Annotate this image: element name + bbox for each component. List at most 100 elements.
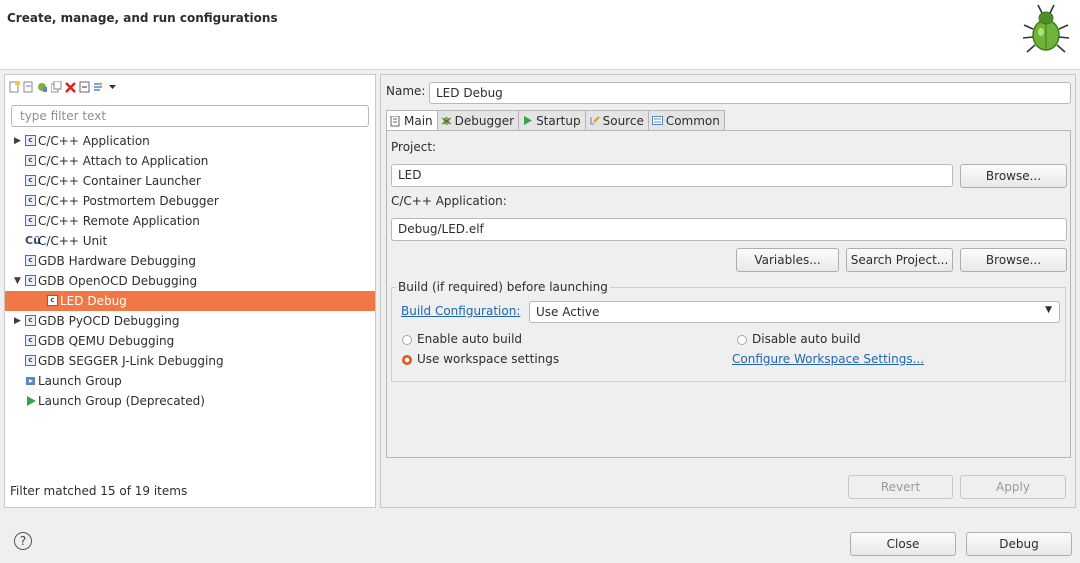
new-prototype-icon[interactable] [23,81,34,93]
search-project-button[interactable]: Search Project... [846,248,953,272]
tab-label: Common [665,113,720,128]
dialog-title: Create, manage, and run configurations [7,11,278,25]
c-icon: c [25,335,36,346]
tab-label: Debugger [454,113,515,128]
application-label: C/C++ Application: [391,194,507,208]
c-icon: c [25,215,36,226]
tree-item[interactable]: ▶ c GDB PyOCD Debugging [5,311,375,331]
tree-item-label: C/C++ Application [38,134,150,148]
c-icon: c [25,255,36,266]
tree-item-label: GDB SEGGER J-Link Debugging [38,354,224,368]
tree-item[interactable]: c C/C++ Remote Application [5,211,375,231]
debug-button[interactable]: Debug [966,532,1072,556]
tab-label: Source [602,113,644,128]
bug-icon [1022,4,1070,53]
use-workspace-settings-label: Use workspace settings [417,352,560,366]
c-icon: c [25,155,36,166]
launch-group-icon [25,371,37,393]
disable-auto-build-label: Disable auto build [752,332,861,346]
tree-item-label: Launch Group (Deprecated) [38,394,205,408]
c-icon: c [25,315,36,326]
configuration-editor: Name: LED Debug Main Debugger Startup So… [380,74,1076,508]
tree-item-label: C/C++ Postmortem Debugger [38,194,219,208]
configuration-tree: ▶ c C/C++ Application c C/C++ Attach to Appl… [5,131,375,411]
tab-startup[interactable]: Startup [518,110,586,130]
name-label: Name: [386,84,426,98]
tab-main[interactable]: Main [386,110,438,131]
apply-button[interactable]: Apply [960,475,1066,499]
help-icon[interactable]: ? [14,532,32,550]
tree-item[interactable]: c C/C++ Container Launcher [5,171,375,191]
build-configuration-link[interactable]: Build Configuration: [401,304,520,318]
tree-item[interactable]: c C/C++ Attach to Application [5,151,375,171]
revert-button[interactable]: Revert [848,475,953,499]
tree-item-label: GDB OpenOCD Debugging [38,274,198,288]
main-tab-content: Project: LED Browse... C/C++ Application… [386,130,1071,458]
tree-item-label: GDB PyOCD Debugging [38,314,180,328]
tree-item[interactable]: ▶ c C/C++ Application [5,131,375,151]
tab-source[interactable]: Source [584,110,649,130]
tree-item[interactable]: Cü C/C++ Unit [5,231,375,251]
tab-label: Startup [536,113,581,128]
duplicate-icon[interactable] [50,80,62,93]
c-icon: c [47,295,58,306]
debugger-icon [441,115,452,126]
tree-item[interactable]: c LED Debug [5,291,375,311]
collapsed-arrow-icon[interactable]: ▶ [14,131,24,151]
project-field[interactable]: LED [391,164,953,187]
variables-button[interactable]: Variables... [736,248,839,272]
filter-status: Filter matched 15 of 19 items [10,484,188,498]
enable-auto-build-radio[interactable] [402,335,412,345]
build-group-title: Build (if required) before launching [396,280,610,294]
tab-label: Main [404,114,433,128]
browse-project-button[interactable]: Browse... [960,164,1067,188]
chevron-down-icon[interactable] [107,81,118,93]
c-icon: c [25,355,36,366]
tab-common[interactable]: Common [647,110,725,130]
disable-auto-build-radio[interactable] [737,335,747,345]
expanded-arrow-icon[interactable]: ▼ [14,271,24,291]
source-icon [589,115,600,126]
tree-item-label: Launch Group [38,374,122,388]
configure-workspace-settings-link[interactable]: Configure Workspace Settings... [732,352,924,366]
filter-icon[interactable] [93,81,104,93]
export-icon[interactable] [37,81,48,93]
tree-item-label: C/C++ Attach to Application [38,154,209,168]
tree-item[interactable]: c GDB QEMU Debugging [5,331,375,351]
collapse-all-icon[interactable] [79,81,90,93]
delete-icon[interactable] [65,81,76,93]
use-workspace-settings-radio[interactable] [402,355,412,365]
tree-item[interactable]: Launch Group (Deprecated) [5,391,375,411]
tree-item[interactable]: c GDB Hardware Debugging [5,251,375,271]
tree-item-label: GDB QEMU Debugging [38,334,175,348]
browse-application-button[interactable]: Browse... [960,248,1067,272]
name-field[interactable]: LED Debug [429,82,1071,104]
filter-input[interactable]: type filter text [11,105,369,127]
c-icon: c [25,275,36,286]
main-icon [390,115,401,127]
c-icon: c [25,175,36,186]
tab-debugger[interactable]: Debugger [436,110,520,130]
tree-item-label: C/C++ Remote Application [38,214,200,228]
build-configuration-value: Use Active [536,305,600,319]
project-label: Project: [391,140,437,154]
enable-auto-build-label: Enable auto build [417,332,523,346]
collapsed-arrow-icon[interactable]: ▶ [14,311,24,331]
common-icon [651,115,663,126]
chevron-down-icon: ▼ [1045,305,1052,315]
application-field[interactable]: Debug/LED.elf [391,218,1067,241]
build-configuration-select[interactable]: Use Active ▼ [529,301,1060,323]
tree-item[interactable]: c GDB SEGGER J-Link Debugging [5,351,375,371]
config-tabs: Main Debugger Startup Source Common [386,110,725,131]
tree-item-label: C/C++ Container Launcher [38,174,201,188]
list-toolbar [9,79,118,95]
new-config-icon[interactable] [9,81,20,93]
tree-item-label: GDB Hardware Debugging [38,254,196,268]
tree-item[interactable]: c C/C++ Postmortem Debugger [5,191,375,211]
tree-item[interactable]: Launch Group [5,371,375,391]
close-button[interactable]: Close [850,532,956,556]
play-icon [25,391,37,413]
tree-item[interactable]: ▼ c GDB OpenOCD Debugging [5,271,375,291]
c-icon: c [25,135,36,146]
configuration-list-panel: type filter text ▶ c C/C++ Application c C/C… [4,74,376,508]
